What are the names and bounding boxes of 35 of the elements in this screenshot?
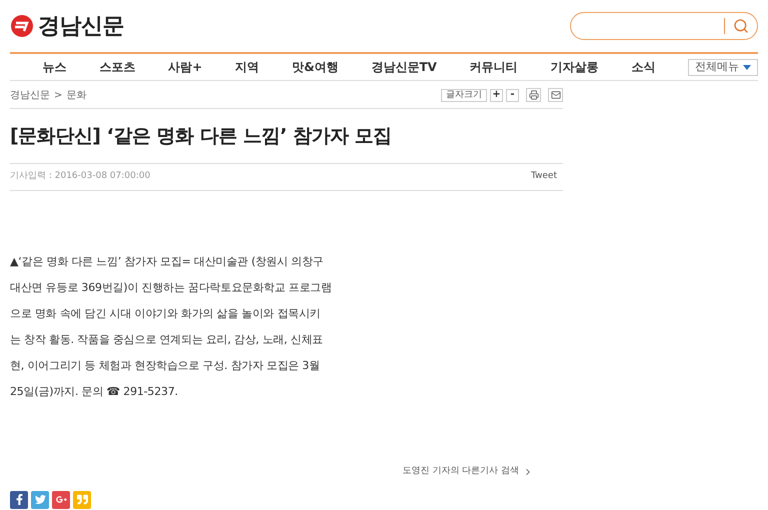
- caret-icon: [743, 64, 751, 70]
- article-body-line: 현, 이어그리기 등 체험과 현장학습으로 구성. 참가자 모집은 3월: [10, 358, 321, 374]
- reporter-articles-link[interactable]: 도영진 기자의 다른기사 검색: [402, 465, 533, 478]
- article-body-line: 25일(금)까지. 문의 ☎ 291-5237.: [10, 384, 179, 400]
- font-increase-button[interactable]: +: [490, 88, 503, 102]
- print-button[interactable]: [526, 88, 541, 102]
- article-body-line: 대산면 유등로 369번길)이 진행하는 꿈다락토요문화학교 프로그램: [10, 280, 333, 296]
- font-size-label: 글자크기: [441, 88, 487, 102]
- breadcrumb-link[interactable]: 경남신문: [10, 88, 50, 102]
- nav-link[interactable]: 소식: [631, 58, 656, 76]
- nav-link[interactable]: 뉴스: [42, 58, 66, 76]
- nav-link[interactable]: 사람+: [168, 58, 202, 76]
- breadcrumb-separator: >: [54, 88, 62, 102]
- nav-link[interactable]: 경남신문TV: [371, 58, 437, 76]
- logo-text[interactable]: 경남신문: [38, 10, 124, 42]
- nav-link[interactable]: 커뮤니티: [470, 58, 518, 76]
- all-menu-button[interactable]: 전체메뉴: [688, 58, 758, 76]
- facebook-share-icon[interactable]: [10, 490, 28, 508]
- article-date: 기사입력 : 2016-03-08 07:00:00: [10, 170, 150, 184]
- search-field[interactable]: [570, 12, 758, 40]
- google-share-icon[interactable]: [52, 490, 70, 508]
- article-body-line: 는 창작 활동. 작품을 중심으로 연계되는 요리, 감상, 노래, 신체표: [10, 332, 324, 348]
- email-button[interactable]: [548, 88, 563, 102]
- tweet-link[interactable]: Tweet: [531, 170, 557, 184]
- article-body-line: ▲‘같은 명화 다른 느낌’ 참가자 모집= 대산미술관 (창원시 의창구: [10, 254, 325, 270]
- nav-link[interactable]: 스포츠: [99, 58, 136, 76]
- nav-link[interactable]: 맛&여행: [292, 58, 338, 76]
- article-body-line: 으로 명화 속에 담긴 시대 이야기와 화가의 삶을 놀이와 접목시키: [10, 306, 322, 322]
- logo-icon: [10, 14, 34, 38]
- search-icon[interactable]: [733, 18, 749, 34]
- breadcrumb-link[interactable]: 문화: [66, 88, 86, 102]
- nav-link[interactable]: 지역: [235, 58, 260, 76]
- nav-link[interactable]: 기자살롱: [550, 58, 599, 76]
- font-decrease-button[interactable]: -: [506, 88, 519, 102]
- article-headline: [문화단신] ‘같은 명화 다른 느낌’ 참가자 모집: [10, 109, 563, 164]
